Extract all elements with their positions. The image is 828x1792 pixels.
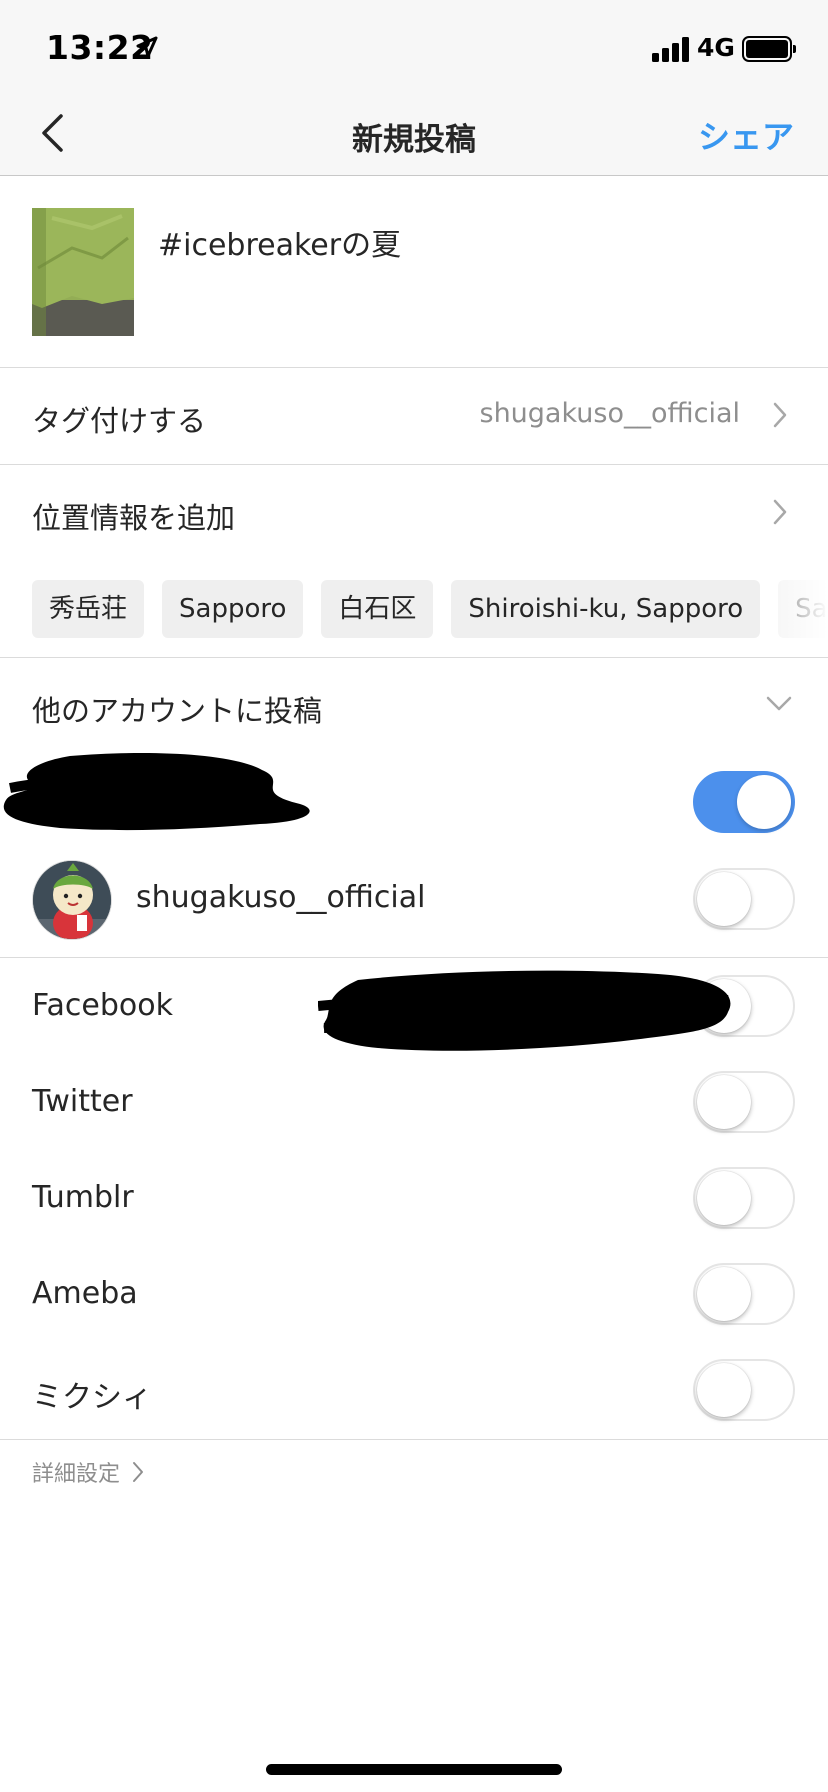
ameba-label: Ameba [32,1276,138,1311]
account-row: shugakuso__official [0,846,828,958]
tag-people-label: タグ付けする [32,404,207,438]
caption-text[interactable]: #icebreakerの夏 [158,220,401,264]
twitter-label: Twitter [32,1084,133,1119]
location-arrow-icon [136,36,158,58]
chevron-down-icon [766,696,792,711]
twitter-row: Twitter [0,1054,828,1150]
redaction-scribble [3,752,310,831]
tumblr-row: Tumblr [0,1150,828,1246]
tumblr-toggle[interactable] [693,1167,795,1229]
account-toggle[interactable] [693,771,795,833]
post-thumbnail[interactable] [32,208,134,336]
location-chip[interactable]: 秀岳荘 [32,580,145,638]
chevron-right-icon [773,499,787,525]
location-chip[interactable]: Shiroishi-ku, Sapporo [451,580,761,638]
cellular-signal-icon [652,36,692,62]
location-chip[interactable]: 白石区 [321,580,434,638]
twitter-toggle[interactable] [693,1071,795,1133]
post-to-other-accounts-header[interactable]: 他のアカウントに投稿 [0,660,828,750]
status-bar: 13:22 4G [0,0,828,92]
location-suggestions: 秀岳荘Sapporo白石区Shiroishi-ku, SapporoSa [32,580,828,638]
caption-section: #icebreakerの夏 [0,176,828,368]
redaction-scribble [318,970,731,1051]
other-accounts-label: 他のアカウントに投稿 [32,694,323,728]
add-location-label: 位置情報を追加 [32,501,236,535]
account-toggle[interactable] [693,868,795,930]
tumblr-label: Tumblr [32,1180,134,1215]
mixi-row: ミクシィ [0,1342,828,1440]
advanced-settings-label: 詳細設定 [32,1462,121,1487]
account-name: shugakuso__official [136,880,426,915]
tagged-account: shugakuso__official [479,398,741,429]
ameba-row: Ameba [0,1246,828,1342]
mixi-toggle[interactable] [693,1359,795,1421]
chevron-right-icon [773,402,787,428]
add-location-row[interactable]: 位置情報を追加 [0,465,828,561]
tag-people-row[interactable]: タグ付けする shugakuso__official [0,368,828,465]
avatar [32,860,112,940]
mixi-label: ミクシィ [32,1380,152,1415]
advanced-settings-link[interactable]: 詳細設定 [32,1456,144,1488]
network-type: 4G [697,33,735,62]
ameba-toggle[interactable] [693,1263,795,1325]
facebook-label: Facebook [32,988,173,1023]
battery-icon [742,36,796,62]
navigation-bar: 新規投稿 シェア [0,92,828,176]
share-button[interactable]: シェア [698,112,794,158]
home-indicator[interactable] [266,1764,562,1775]
chevron-right-icon [133,1462,144,1482]
divider [0,657,828,658]
location-chip[interactable]: Sapporo [162,580,304,638]
